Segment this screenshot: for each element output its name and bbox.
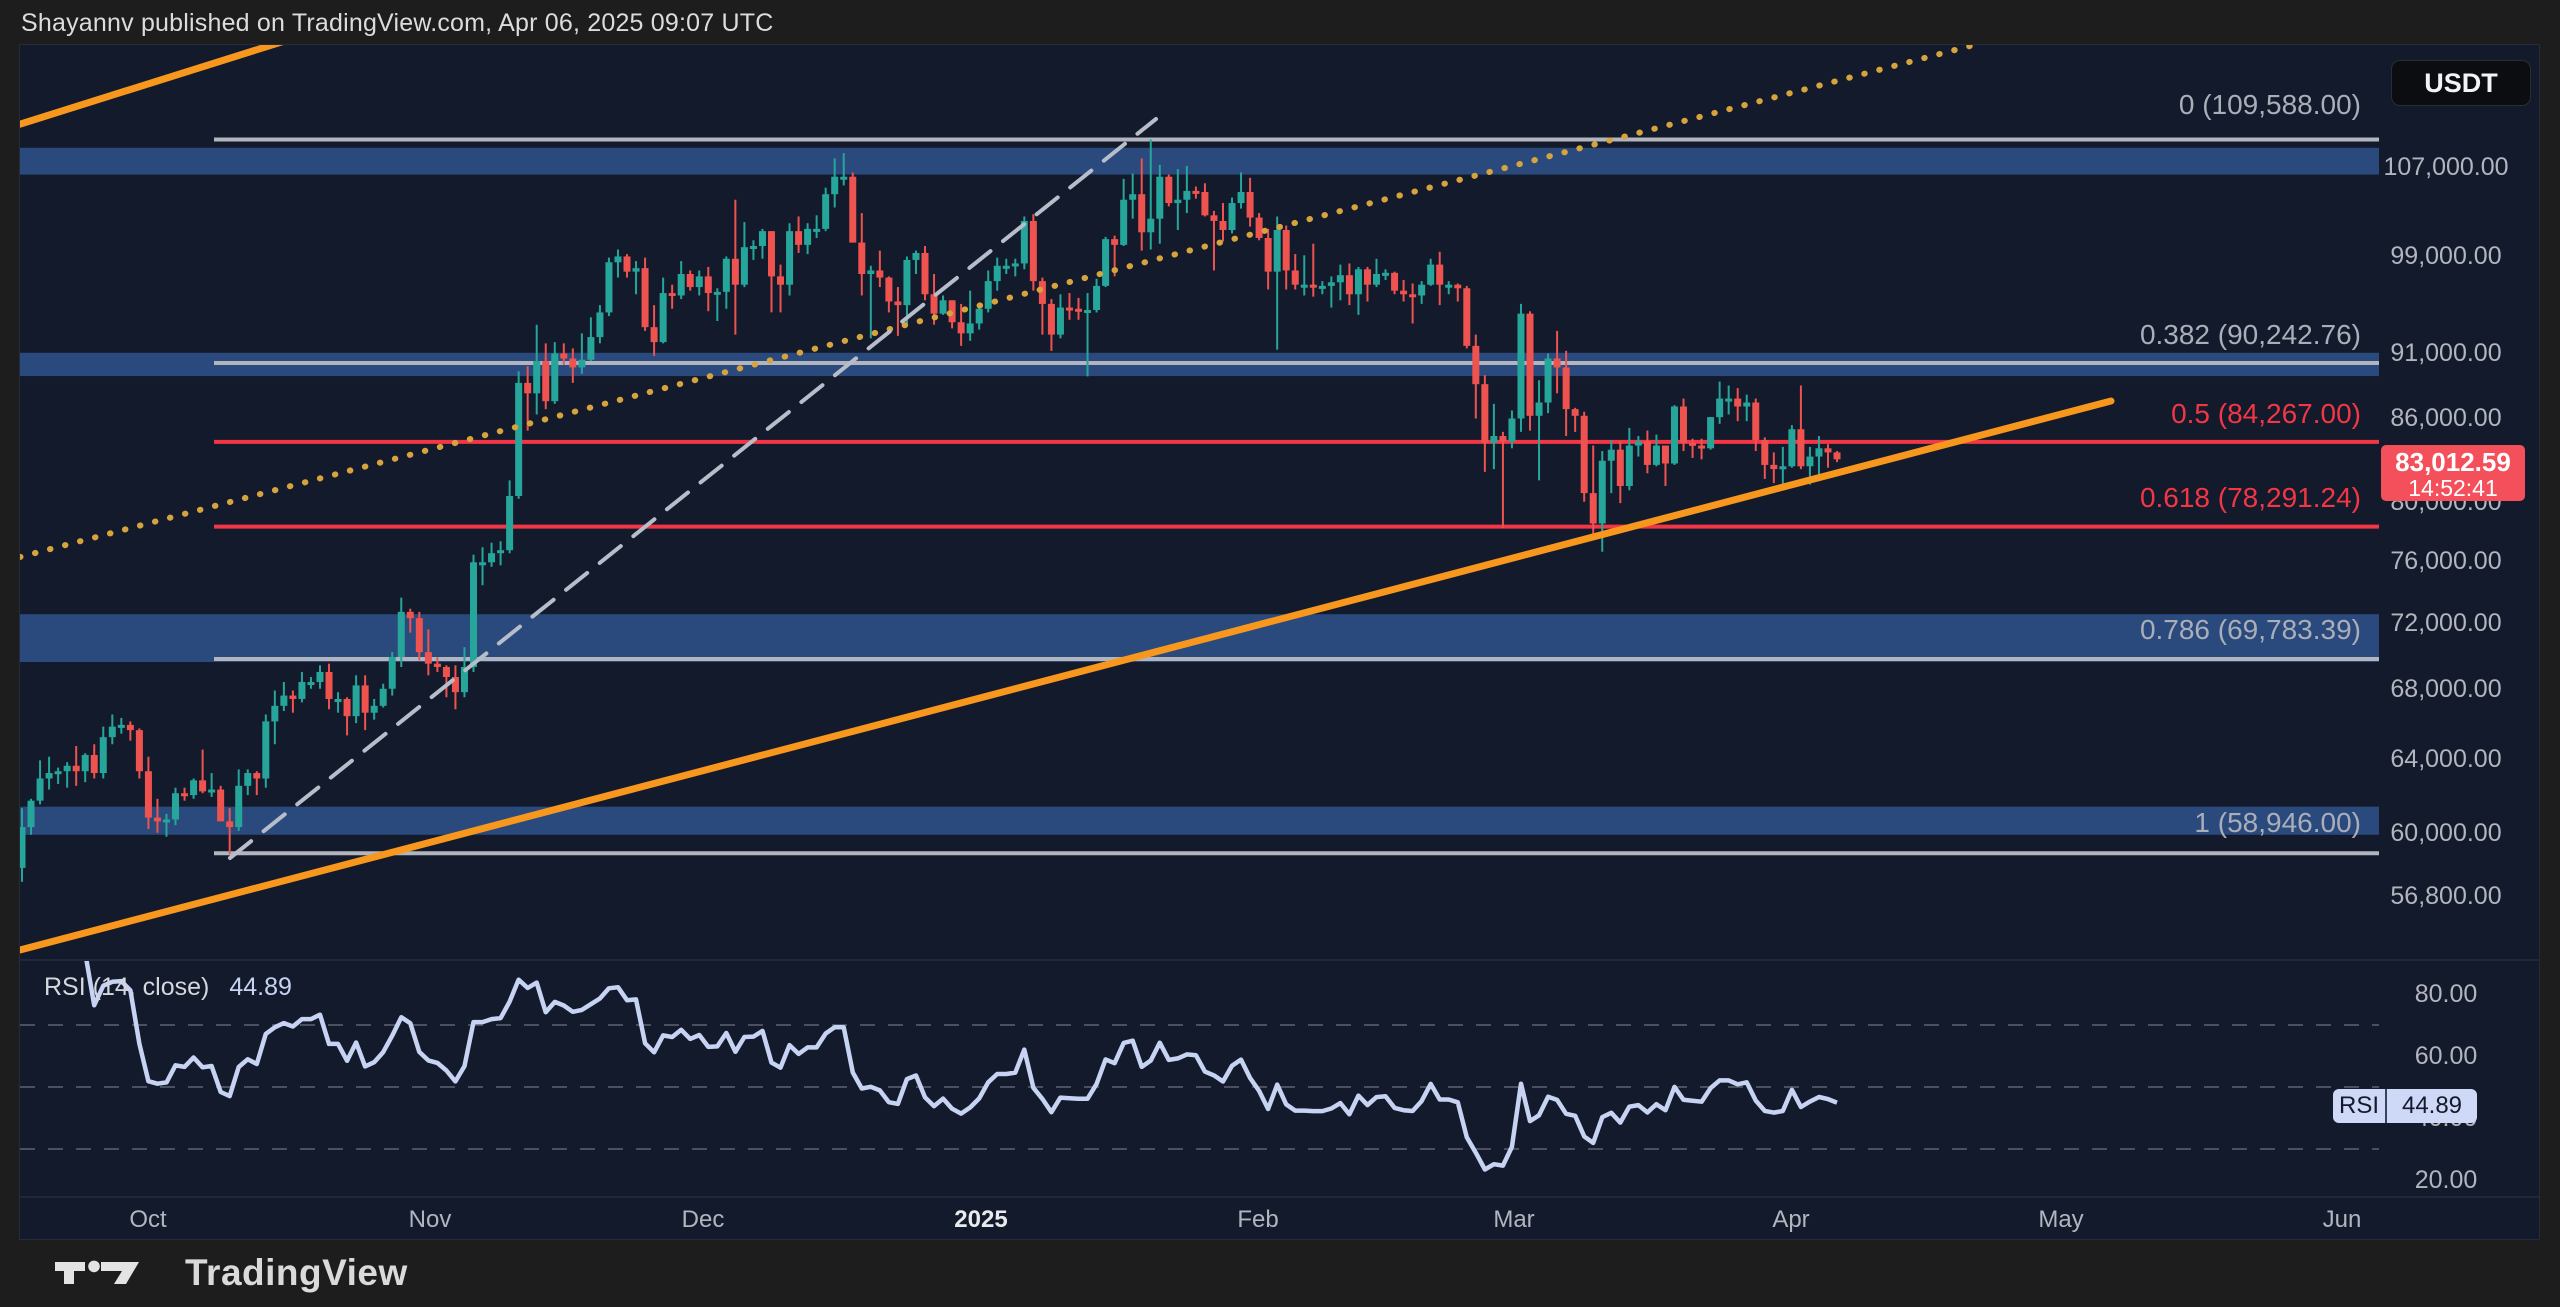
rsi-current-value: 44.89 [229, 973, 292, 1001]
time-axis-label-nov: Nov [409, 1205, 452, 1235]
rsi-badge-value: 44.89 [2387, 1089, 2477, 1123]
attribution-text: Shayannv published on TradingView.com, A… [21, 9, 774, 38]
rsi-title: RSI (14, close) [44, 973, 209, 1001]
chart-container[interactable]: 0 (109,588.00) 0.382 (90,242.76) 0.5 (84… [19, 44, 2540, 1240]
tradingview-snapshot: { "header": { "attribution": "Shayannv p… [0, 0, 2560, 1307]
price-axis-label: 60,000.00 [2366, 818, 2526, 848]
price-axis-label: 76,000.00 [2366, 546, 2526, 576]
rsi-axis-label: 20.00 [2366, 1165, 2526, 1195]
rsi-axis-label: 80.00 [2366, 979, 2526, 1009]
footer-bar: TradingView [0, 1240, 2560, 1307]
pane-separator[interactable] [20, 959, 2540, 961]
time-axis-label-oct: Oct [129, 1205, 166, 1235]
fib-label-1: 1 (58,946.00) [2194, 807, 2361, 839]
rsi-axis-label: 60.00 [2366, 1041, 2526, 1071]
time-axis-label-may: May [2038, 1205, 2083, 1235]
quote-currency-badge: USDT [2391, 60, 2531, 106]
price-axis-label: 86,000.00 [2366, 403, 2526, 433]
tradingview-logo-icon [53, 1255, 153, 1291]
time-axis-label-feb: Feb [1237, 1205, 1278, 1235]
main-pane[interactable] [20, 45, 2379, 950]
last-price-badge: 83,012.59 14:52:41 [2381, 445, 2525, 501]
price-axis-label: 68,000.00 [2366, 674, 2526, 704]
rsi-axis-badge: RSI 44.89 [2333, 1089, 2477, 1123]
header-bar: Shayannv published on TradingView.com, A… [0, 0, 2560, 44]
candles-layer [20, 139, 1841, 881]
rsi-pane[interactable] [20, 932, 2379, 1170]
price-axis-label: 72,000.00 [2366, 608, 2526, 638]
tradingview-link[interactable]: TradingView [53, 1252, 408, 1294]
ascending-support-line[interactable] [20, 401, 2111, 950]
fib-label-0618: 0.618 (78,291.24) [2140, 482, 2361, 514]
dotted-channel-line[interactable] [20, 45, 1974, 557]
fib-label-0382: 0.382 (90,242.76) [2140, 319, 2361, 351]
time-axis-label-2025: 2025 [954, 1205, 1007, 1235]
sr-zone [20, 148, 2379, 175]
bar-countdown: 14:52:41 [2381, 476, 2525, 500]
rsi-indicator-legend[interactable]: RSI (14, close) 44.89 [44, 973, 292, 1002]
fib-label-05: 0.5 (84,267.00) [2171, 398, 2361, 430]
price-axis-label: 91,000.00 [2366, 338, 2526, 368]
last-price-value: 83,012.59 [2381, 448, 2525, 476]
price-axis-label: 64,000.00 [2366, 744, 2526, 774]
broken-uptrend-line[interactable] [230, 119, 1156, 858]
price-axis-label: 99,000.00 [2366, 241, 2526, 271]
rsi-badge-label: RSI [2333, 1089, 2387, 1123]
time-axis-label-dec: Dec [682, 1205, 725, 1235]
price-axis-label: 56,800.00 [2366, 881, 2526, 911]
time-axis-label-apr: Apr [1772, 1205, 1809, 1235]
fib-label-0786: 0.786 (69,783.39) [2140, 614, 2361, 646]
sr-zone [20, 807, 2379, 835]
upper-channel-line[interactable] [20, 45, 291, 127]
rsi-line [40, 932, 1837, 1170]
price-axis-label: 107,000.00 [2366, 152, 2526, 182]
fib-label-0: 0 (109,588.00) [2179, 89, 2361, 121]
time-axis-separator [20, 1196, 2540, 1198]
time-axis-label-mar: Mar [1493, 1205, 1534, 1235]
tradingview-wordmark: TradingView [185, 1252, 408, 1294]
time-axis-label-jun: Jun [2323, 1205, 2362, 1235]
